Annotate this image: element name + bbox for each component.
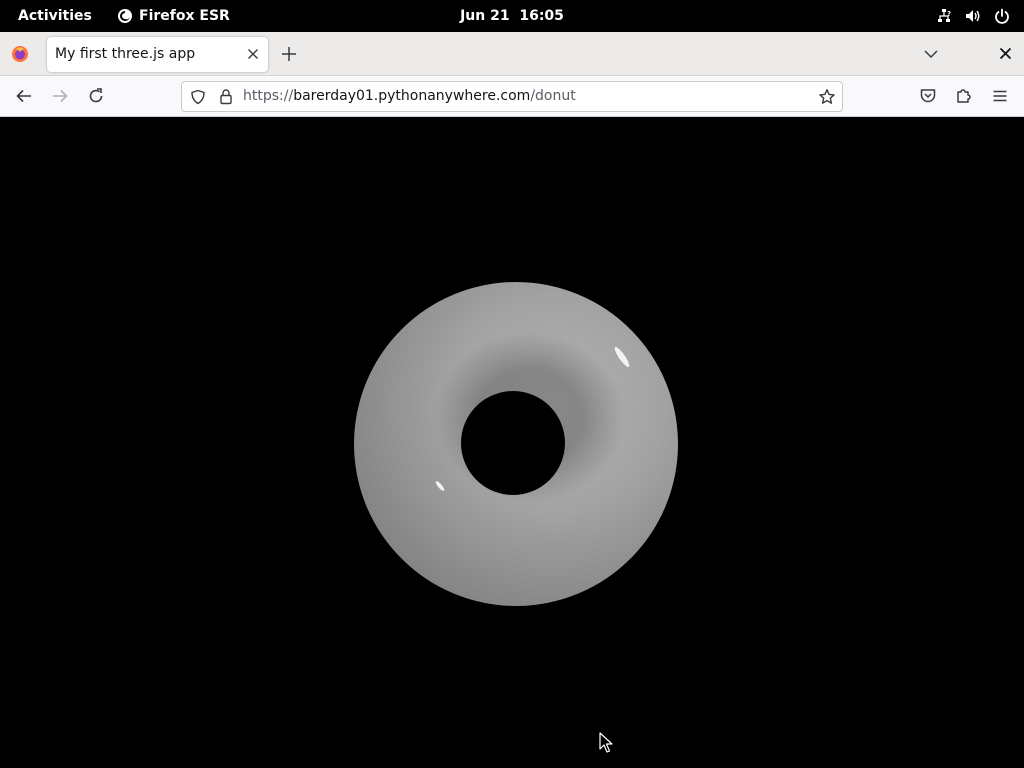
app-menu-label: Firefox ESR <box>139 8 230 24</box>
page-content[interactable] <box>0 117 1024 768</box>
hamburger-menu-icon[interactable] <box>991 87 1009 105</box>
tab-active[interactable]: My first three.js app <box>47 37 268 72</box>
firefox-logo-icon <box>12 46 28 62</box>
chevron-down-icon[interactable] <box>924 48 938 60</box>
new-tab-icon[interactable] <box>281 46 297 62</box>
address-bar[interactable]: https://barerday01.pythonanywhere.com/do… <box>181 81 843 112</box>
extensions-puzzle-icon[interactable] <box>955 87 973 105</box>
firefox-app-icon <box>118 9 132 23</box>
lock-icon[interactable] <box>218 88 234 105</box>
forward-arrow-icon[interactable] <box>51 87 69 105</box>
tracking-protection-shield-icon[interactable] <box>190 89 206 105</box>
url-scheme: https:// <box>243 88 294 104</box>
url-text[interactable]: https://barerday01.pythonanywhere.com/do… <box>243 82 576 111</box>
threejs-canvas[interactable] <box>0 117 1024 768</box>
system-tray[interactable]: ? <box>936 0 1010 32</box>
power-icon <box>995 8 1009 24</box>
back-arrow-icon[interactable] <box>15 87 33 105</box>
tab-strip: My first three.js app <box>0 32 1024 76</box>
bookmark-star-icon[interactable] <box>818 88 836 106</box>
tab-title: My first three.js app <box>55 46 196 62</box>
network-icon: ? <box>938 9 951 22</box>
tab-close-icon[interactable] <box>247 48 259 60</box>
torus-mesh <box>354 282 678 606</box>
mouse-cursor-icon <box>599 732 613 753</box>
url-host: barerday01.pythonanywhere.com <box>293 88 531 104</box>
pocket-icon[interactable] <box>919 87 937 105</box>
system-top-bar: Activities Firefox ESR Jun 21 16:05 ? <box>0 0 1024 32</box>
svg-text:?: ? <box>947 10 951 18</box>
clock-label[interactable]: Jun 21 16:05 <box>460 8 564 24</box>
navigation-toolbar: https://barerday01.pythonanywhere.com/do… <box>0 76 1024 117</box>
url-path: /donut <box>530 88 576 104</box>
volume-icon <box>966 10 980 22</box>
reload-icon[interactable] <box>87 87 105 105</box>
window-close-icon[interactable] <box>999 47 1012 60</box>
activities-button[interactable]: Activities <box>18 0 92 32</box>
app-menu[interactable]: Firefox ESR <box>117 0 230 32</box>
